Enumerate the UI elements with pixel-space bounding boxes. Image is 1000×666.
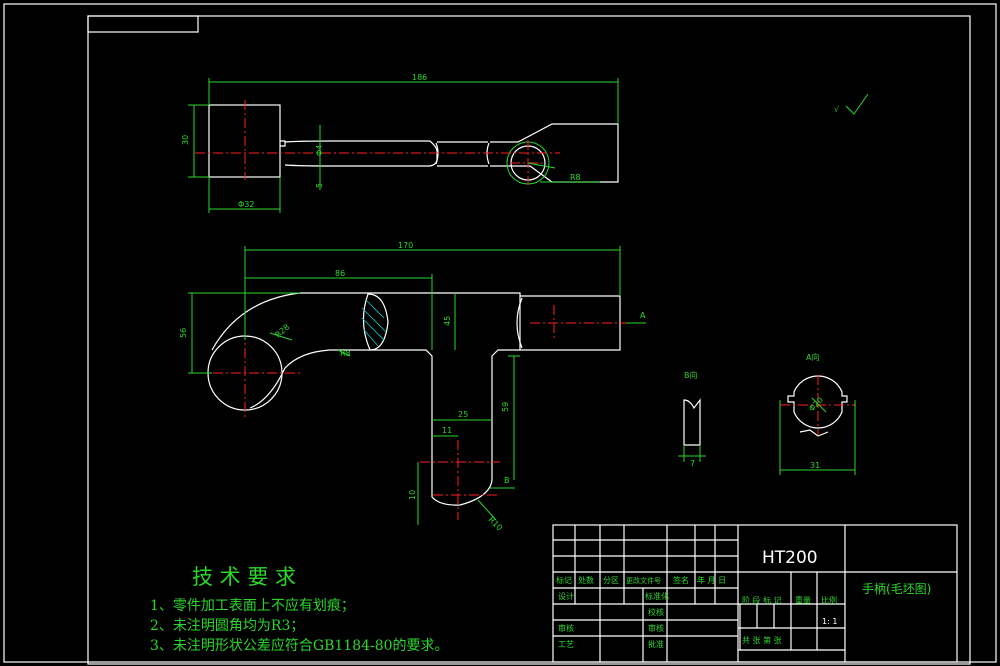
dim-front-r8: R8 <box>340 349 351 358</box>
dim-top-small2: 5 <box>315 183 324 188</box>
mid-2: 校核 <box>648 607 664 617</box>
tech-heading: 技 术 要 求 <box>192 565 297 589</box>
tech-item-1: 1、零件加工表面上不应有划痕； <box>150 598 355 614</box>
corner-box <box>87 15 199 33</box>
header-4: 更改文件号 <box>626 576 661 585</box>
header-5: 签名 <box>673 575 689 585</box>
mid-1: 标准化 <box>645 591 669 601</box>
dim-top-left-width: Φ32 <box>238 200 254 209</box>
tech-item-2: 2、未注明圆角均为R3； <box>150 618 305 634</box>
view-a-dia: Φ20 <box>807 395 825 413</box>
dim-front-total: 170 <box>398 241 413 250</box>
dim-top-total: 186 <box>412 73 427 82</box>
stage-label: 阶 段 标 记 <box>742 595 782 605</box>
drawing-canvas: 186 30 Φ32 Φ4 5 R8 170 86 56 R28 45 R8 2… <box>3 3 997 665</box>
roughness-symbol <box>845 93 869 115</box>
dim-front-r: R10 <box>487 515 505 533</box>
sheet-row: 共 张 第 张 <box>742 635 782 645</box>
outer-border <box>3 3 997 663</box>
view-a-label: A向 <box>806 352 819 362</box>
dim-top-height: 30 <box>181 135 190 145</box>
view-b-dim: 7 <box>690 459 695 468</box>
roughness-text: √ <box>834 105 840 114</box>
header-2: 处数 <box>578 575 594 585</box>
a-view <box>779 375 856 475</box>
dim-top-right: R8 <box>570 173 581 182</box>
dim-front-height: 56 <box>179 328 188 338</box>
mid-4: 批准 <box>648 639 664 649</box>
view-a-dim: 31 <box>810 461 820 470</box>
part-name: 手柄(毛坯图) <box>862 582 931 596</box>
scale-label: 比例 <box>821 595 837 605</box>
dim-top-small: Φ4 <box>315 145 324 156</box>
dim-front-11: 11 <box>442 426 452 435</box>
row-review: 审核 <box>558 623 574 633</box>
material: HT200 <box>762 548 818 568</box>
header-6: 年 月 日 <box>697 575 726 585</box>
dim-front-10: 10 <box>408 490 417 500</box>
row-process: 工艺 <box>558 640 574 649</box>
tech-item-3: 3、未注明形状公差应符合GB1184-80的要求。 <box>150 638 449 654</box>
mid-3: 审核 <box>648 623 664 633</box>
dim-front-mid: 45 <box>443 316 452 326</box>
header-3: 分区 <box>603 576 619 585</box>
dim-front-25: 25 <box>458 410 468 419</box>
dim-front-86: 86 <box>335 269 345 278</box>
dim-front-a: A <box>640 311 646 320</box>
row-design: 设计 <box>558 591 574 601</box>
scale-value: 1: 1 <box>822 617 837 626</box>
dim-front-b: B <box>504 476 510 485</box>
header-1: 标记 <box>556 575 572 585</box>
weight-label: 重量 <box>795 595 811 605</box>
top-view <box>188 78 619 213</box>
view-b-label: B向 <box>684 370 698 380</box>
front-view <box>188 246 646 525</box>
b-view <box>678 398 706 462</box>
dim-front-59: 59 <box>501 402 510 412</box>
